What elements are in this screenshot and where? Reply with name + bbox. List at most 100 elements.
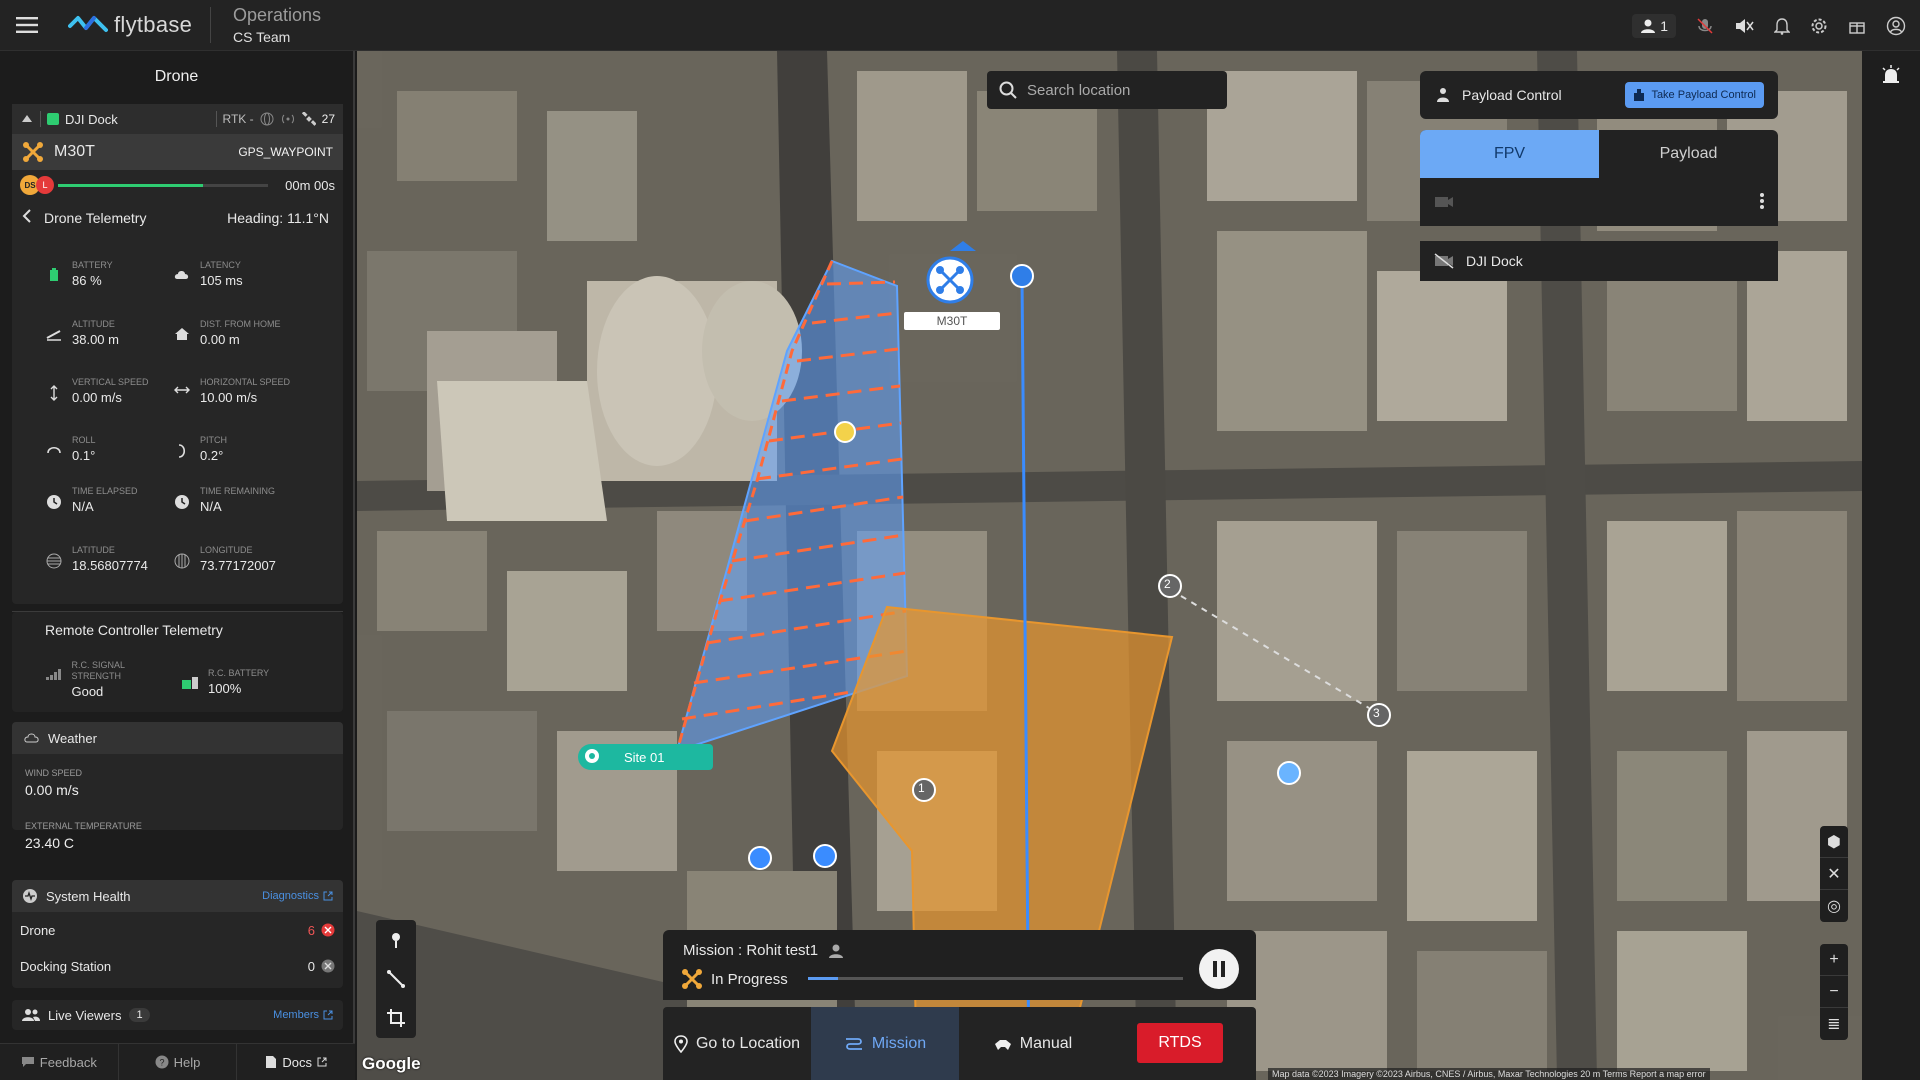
longitude-metric: Longitude 73.77172007: [172, 545, 302, 573]
menu-icon[interactable]: [0, 0, 54, 51]
help-button[interactable]: ? Help: [119, 1044, 238, 1080]
app-logo[interactable]: flytbase: [54, 12, 204, 38]
mission-time: 00m 00s: [285, 177, 335, 193]
weather-icon: [24, 733, 39, 743]
speaker-mute-icon[interactable]: [1734, 17, 1754, 35]
mic-off-icon[interactable]: [1696, 17, 1714, 35]
dist-home-value: 0.00 m: [200, 332, 240, 347]
horizontal-speed-value: 10.00 m/s: [200, 390, 258, 405]
recenter-icon[interactable]: ◎: [1820, 890, 1848, 922]
users-icon: [22, 1009, 40, 1021]
pause-button[interactable]: [1199, 949, 1239, 989]
workspace-switcher[interactable]: Operations CS Team: [233, 5, 321, 45]
landing-marker: L: [36, 176, 54, 194]
time-elapsed-metric: Time Elapsed N/A: [44, 486, 174, 514]
dock-status-icon: [47, 113, 59, 125]
wind-speed-value: 0.00 m/s: [25, 782, 79, 798]
cube-view-icon[interactable]: ⬢: [1820, 826, 1848, 858]
search-placeholder: Search location: [1027, 81, 1131, 99]
rtds-button[interactable]: RTDS: [1137, 1023, 1223, 1063]
external-link-icon: [317, 1057, 327, 1067]
action-bar: Go to Location Mission Manual RTDS: [663, 1007, 1256, 1080]
yellow-poi-marker[interactable]: [834, 421, 856, 443]
dock-feed-row[interactable]: DJI Dock: [1420, 241, 1778, 281]
pitch-metric: Pitch 0.2°: [172, 435, 302, 463]
manual-label: Manual: [1019, 1034, 1073, 1052]
drone-name: M30T: [54, 143, 95, 160]
payload-title: Payload Control: [1462, 87, 1562, 103]
latency-value: 105 ms: [200, 273, 243, 288]
drone-health-count: 6: [307, 922, 315, 938]
line-tool-icon[interactable]: [387, 969, 405, 988]
account-icon[interactable]: [1886, 16, 1906, 36]
crop-tool-icon[interactable]: [387, 1009, 405, 1028]
latitude-label: Latitude: [72, 545, 115, 555]
docs-button[interactable]: Docs: [237, 1044, 355, 1080]
drone-health-row[interactable]: Drone 6: [12, 912, 343, 948]
diagnostics-link-text: Diagnostics: [262, 890, 319, 902]
gear-icon[interactable]: [1810, 17, 1828, 35]
mission-progress-bar: [808, 977, 1183, 980]
drone-map-label[interactable]: M30T: [904, 312, 1000, 330]
time-elapsed-label: Time Elapsed: [72, 486, 138, 496]
feedback-button[interactable]: Feedback: [0, 1044, 119, 1080]
members-link[interactable]: Members: [273, 1009, 333, 1021]
chevron-left-icon[interactable]: [22, 209, 32, 223]
search-location-input[interactable]: Search location: [987, 71, 1227, 109]
layers-icon[interactable]: ≣: [1820, 1008, 1848, 1040]
drone-row[interactable]: M30T GPS_WAYPOINT: [12, 134, 343, 170]
alarm-icon[interactable]: [1881, 65, 1901, 85]
rc-battery-value: 100%: [208, 681, 242, 696]
zoom-out-icon[interactable]: −: [1820, 976, 1848, 1008]
satellite-count: 27: [321, 112, 335, 126]
site-label[interactable]: Site 01: [578, 744, 713, 770]
viewers-indicator[interactable]: 1: [1632, 13, 1676, 38]
site-label-text: Site 01: [624, 749, 665, 765]
take-payload-control-button[interactable]: Take Payload Control: [1625, 82, 1764, 108]
longitude-label: Longitude: [200, 545, 253, 555]
joystick-icon: [994, 1039, 1011, 1050]
left-footer: Feedback ? Help Docs: [0, 1043, 355, 1080]
time-elapsed-value: N/A: [72, 499, 94, 514]
manual-button[interactable]: Manual: [959, 1007, 1107, 1080]
payload-control-card: Payload Control Take Payload Control: [1420, 71, 1778, 119]
bell-icon[interactable]: [1774, 17, 1790, 35]
longitude-icon: [174, 553, 190, 569]
pitch-value: 0.2°: [200, 448, 224, 463]
temperature-metric: External Temperature 23.40 C: [25, 821, 142, 851]
dock-row[interactable]: DJI Dock RTK - 27: [12, 104, 343, 134]
more-options-icon[interactable]: [1760, 192, 1764, 212]
tab-fpv[interactable]: FPV: [1420, 130, 1599, 178]
document-icon: [266, 1056, 277, 1068]
roll-metric: Roll 0.1°: [44, 435, 174, 463]
battery-value: 86 %: [72, 273, 102, 288]
rc-battery-label: R.C. Battery: [208, 668, 270, 678]
mission-title: Mission : Rohit test1: [683, 942, 819, 959]
diagnostics-link[interactable]: Diagnostics: [262, 890, 333, 902]
rc-battery-metric: R.C. Battery 100%: [180, 668, 310, 696]
external-link-icon: [323, 1010, 333, 1020]
mission-progress-row: DS L 00m 00s: [12, 170, 343, 200]
system-health-card: System Health Diagnostics Drone 6 Dockin…: [12, 880, 343, 988]
dock-health-row[interactable]: Docking Station 0: [12, 948, 343, 984]
flytbase-logo-icon: [68, 16, 108, 32]
waypoint-3-label: 3: [1373, 706, 1380, 720]
zoom-in-icon[interactable]: +: [1820, 944, 1848, 976]
logo-text: flytbase: [114, 12, 193, 37]
go-to-location-button[interactable]: Go to Location: [663, 1007, 811, 1080]
zoom-controls: + − ≣: [1820, 944, 1848, 1040]
pitch-icon: [178, 444, 186, 458]
health-icon: [23, 889, 37, 903]
map-attribution[interactable]: Map data ©2023 Imagery ©2023 Airbus, CNE…: [1268, 1068, 1710, 1080]
tab-payload[interactable]: Payload: [1599, 130, 1778, 178]
video-feed-placeholder[interactable]: [1420, 178, 1778, 226]
mission-button[interactable]: Mission: [811, 1007, 959, 1080]
mission-panel: Mission : Rohit test1 In Progress: [663, 930, 1256, 1000]
gift-icon[interactable]: [1848, 17, 1866, 35]
close-overlay-icon[interactable]: ✕: [1820, 858, 1848, 890]
marker-tool-icon[interactable]: [388, 931, 404, 949]
home-point-marker[interactable]: [1010, 264, 1034, 288]
horizontal-speed-icon: [174, 386, 190, 394]
mission-status-row: In Progress: [681, 968, 788, 990]
panel-title: Drone: [154, 68, 199, 85]
